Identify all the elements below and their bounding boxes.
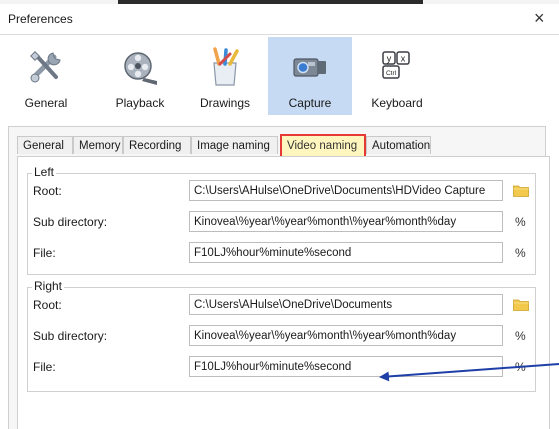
toolbar-drawings[interactable]: Drawings	[192, 37, 258, 115]
left-group-title: Left	[32, 165, 57, 179]
tab-memory[interactable]: Memory	[73, 136, 123, 154]
title-bar: Preferences ×	[0, 4, 559, 34]
title-separator	[0, 34, 559, 35]
toolbar-label: Keyboard	[371, 96, 423, 110]
svg-text:y: y	[387, 54, 392, 64]
left-subdir-macro-button[interactable]: %	[515, 215, 526, 229]
tools-icon	[30, 51, 61, 83]
left-file-input[interactable]: F10LJ%hour%minute%second	[189, 242, 503, 263]
pencil-cup-icon	[213, 47, 239, 86]
tab-recording[interactable]: Recording	[123, 136, 191, 154]
right-subdir-macro-button[interactable]: %	[515, 329, 526, 343]
toolbar-label: Drawings	[199, 96, 250, 110]
close-button[interactable]: ×	[534, 8, 545, 29]
right-root-label: Root:	[33, 298, 62, 312]
right-subdir-label: Sub directory:	[33, 329, 108, 343]
left-subdir-input[interactable]: Kinovea\%year\%year%month\%year%month%da…	[189, 211, 503, 232]
keyboard-icon: y x Ctrl	[382, 51, 410, 79]
left-file-macro-button[interactable]: %	[515, 246, 526, 260]
tab-image-naming[interactable]: Image naming	[191, 136, 278, 154]
left-subdir-label: Sub directory:	[33, 215, 108, 229]
toolbar-playback[interactable]: Playback	[108, 37, 172, 115]
left-root-browse-button[interactable]	[513, 184, 529, 197]
right-file-macro-button[interactable]: %	[515, 360, 526, 374]
svg-text:Ctrl: Ctrl	[386, 70, 397, 77]
toolbar-label: Capture	[288, 96, 332, 110]
toolbar-keyboard[interactable]: y x Ctrl Keyboard	[363, 37, 431, 115]
toolbar-general[interactable]: General	[14, 37, 78, 115]
svg-text:x: x	[401, 54, 406, 64]
toolbar-label: Playback	[115, 96, 165, 110]
right-root-input[interactable]: C:\Users\AHulse\OneDrive\Documents	[189, 294, 503, 315]
right-file-label: File:	[33, 360, 56, 374]
toolbar-label: General	[24, 96, 68, 110]
tab-video-naming[interactable]: Video naming	[280, 134, 366, 156]
film-reel-icon	[124, 52, 157, 85]
left-file-label: File:	[33, 246, 56, 260]
camera-icon	[293, 58, 326, 77]
right-subdir-input[interactable]: Kinovea\%year\%year%month\%year%month%da…	[189, 325, 503, 346]
right-root-browse-button[interactable]	[513, 298, 529, 311]
window-title: Preferences	[8, 12, 73, 26]
tab-general[interactable]: General	[17, 136, 73, 154]
toolbar-capture[interactable]: Capture	[268, 37, 352, 115]
tab-automation[interactable]: Automation	[366, 136, 431, 154]
left-root-input[interactable]: C:\Users\AHulse\OneDrive\Documents\HDVid…	[189, 180, 503, 201]
left-root-label: Root:	[33, 184, 62, 198]
preferences-toolbar: General Playback Drawings Capture y x Ct…	[0, 37, 559, 115]
right-group-title: Right	[32, 279, 65, 293]
right-file-input[interactable]: F10LJ%hour%minute%second	[189, 356, 503, 377]
